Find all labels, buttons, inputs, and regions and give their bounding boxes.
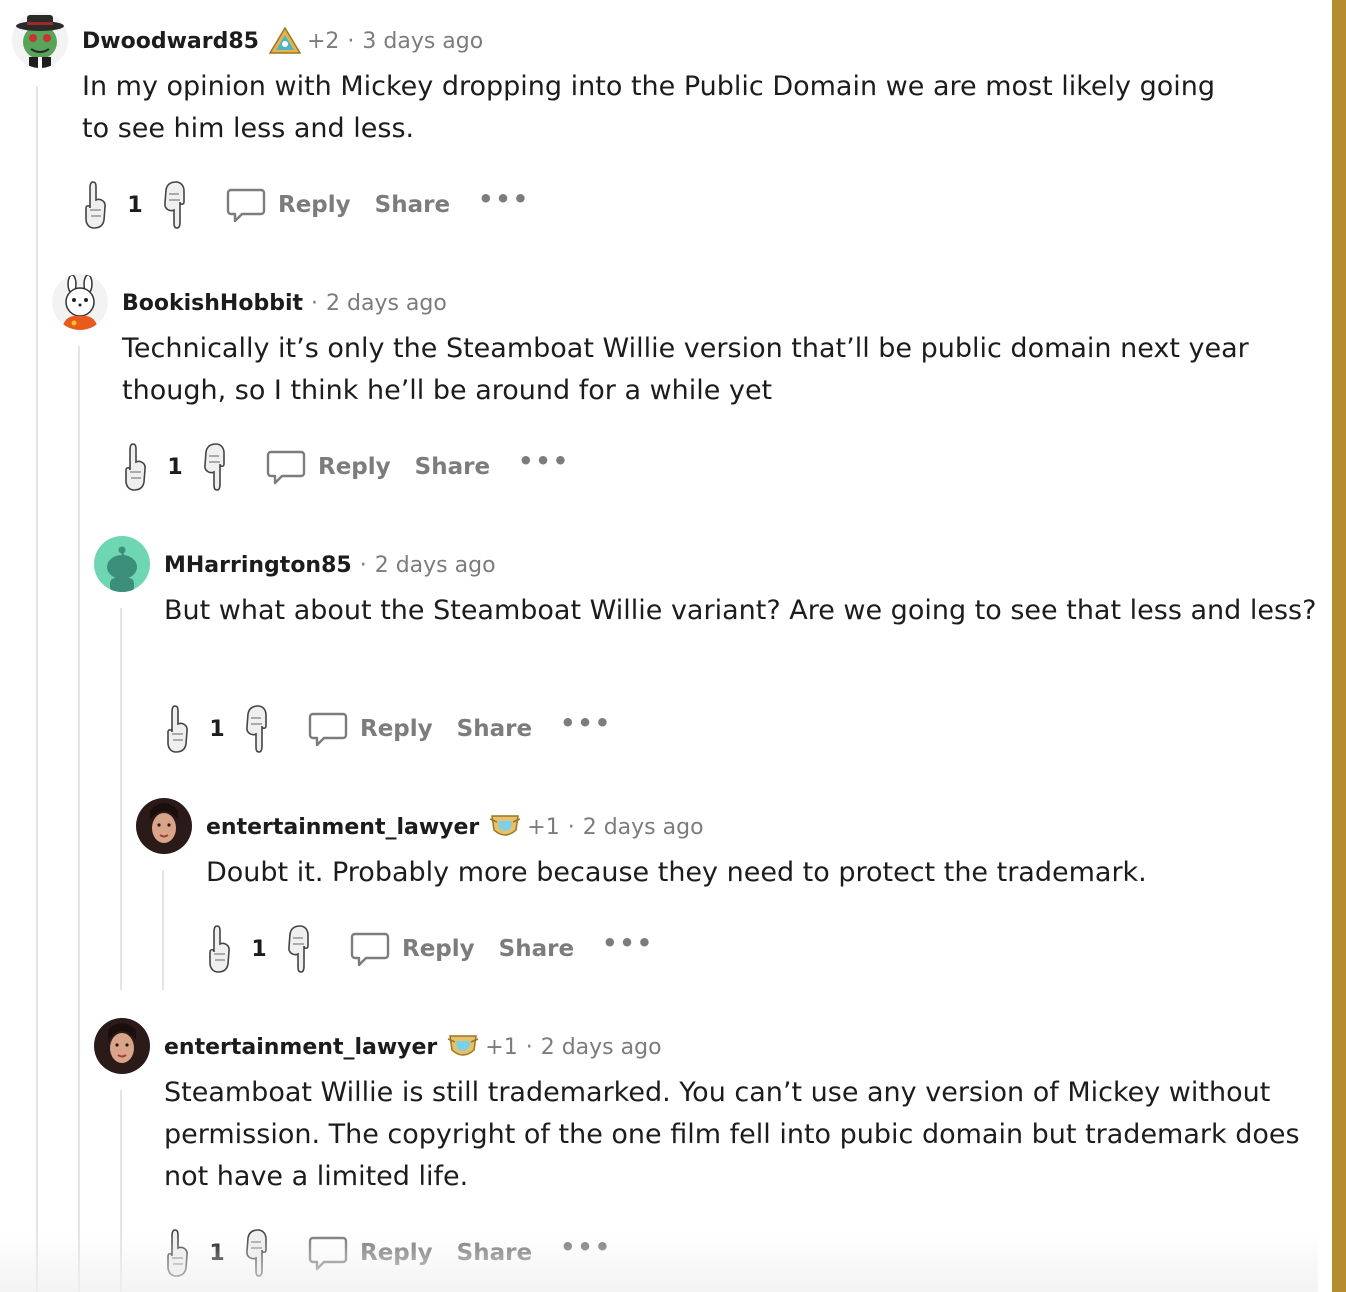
upvote-hand-icon[interactable] [206,924,234,974]
thread-line[interactable] [120,608,122,990]
downvote-hand-icon[interactable] [242,1228,270,1278]
vote-score: 1 [127,192,143,218]
comment-actions: 1 Reply Share ••• [164,1225,612,1281]
comment-actions: 1 Reply Share ••• [206,921,654,977]
achievement-badge-icon[interactable] [268,27,301,55]
reply-button[interactable]: Reply [226,185,351,225]
speech-bubble-icon [308,712,348,747]
badge-count: +1 [527,814,560,840]
downvote-hand-icon[interactable] [284,924,312,974]
reply-label: Reply [402,936,475,962]
downvote-hand-icon[interactable] [242,704,270,754]
upvote-hand-icon[interactable] [122,442,150,492]
avatar[interactable] [52,274,108,330]
upvote-hand-icon[interactable] [164,1228,192,1278]
comment-header: entertainment_lawyer +1 · 2 days ago [164,1031,662,1063]
separator: · [347,28,355,54]
more-options-button[interactable]: ••• [560,1233,612,1261]
separator: · [567,814,575,840]
more-options-button[interactable]: ••• [518,447,570,475]
timestamp[interactable]: 2 days ago [583,815,704,840]
comment-actions: 1 Reply Share ••• [164,701,612,757]
reply-button[interactable]: Reply [266,447,391,487]
avatar[interactable] [12,12,68,68]
reply-label: Reply [278,192,351,218]
vote-score: 1 [209,716,225,742]
more-options-button[interactable]: ••• [560,709,612,737]
comment-body: But what about the Steamboat Willie vari… [164,595,1317,626]
timestamp[interactable]: 2 days ago [541,1035,662,1060]
share-button[interactable]: Share [499,936,574,962]
vote-score: 1 [209,1240,225,1266]
comment-header: entertainment_lawyer +1 · 2 days ago [206,811,704,843]
comment-body: Doubt it. Probably more because they nee… [206,857,1147,888]
timestamp[interactable]: 2 days ago [375,553,496,578]
separator: · [525,1034,533,1060]
comment-body: In my opinion with Mickey dropping into … [82,71,1216,144]
reply-label: Reply [360,716,433,742]
comment-body: Steamboat Willie is still trademarked. Y… [164,1077,1300,1192]
reply-button[interactable]: Reply [350,929,475,969]
vote-score: 1 [251,936,267,962]
share-button[interactable]: Share [457,716,532,742]
reply-button[interactable]: Reply [308,1233,433,1273]
avatar[interactable] [94,1018,150,1074]
comment-header: MHarrington85 · 2 days ago [164,549,496,581]
speech-bubble-icon [266,450,306,485]
username[interactable]: entertainment_lawyer [206,815,479,840]
shield-badge-icon[interactable] [489,813,521,841]
comment-thread: Dwoodward85 +2 · 3 days ago In my opinio… [0,0,1332,1292]
comment-body: Technically it’s only the Steamboat Will… [122,333,1249,406]
accent-bar [1332,0,1346,1292]
username[interactable]: Dwoodward85 [82,29,259,54]
badge-count: +1 [485,1034,518,1060]
timestamp[interactable]: 3 days ago [362,29,483,54]
speech-bubble-icon [226,188,266,223]
comment-header: Dwoodward85 +2 · 3 days ago [82,25,483,57]
username[interactable]: entertainment_lawyer [164,1035,437,1060]
comment-header: BookishHobbit · 2 days ago [122,287,447,319]
share-button[interactable]: Share [375,192,450,218]
thread-line[interactable] [78,346,80,1292]
username[interactable]: BookishHobbit [122,291,303,316]
comment-actions: 1 Reply Share ••• [122,439,570,495]
avatar[interactable] [94,536,150,592]
share-button[interactable]: Share [457,1240,532,1266]
upvote-hand-icon[interactable] [82,180,110,230]
timestamp[interactable]: 2 days ago [326,291,447,316]
downvote-hand-icon[interactable] [200,442,228,492]
separator: · [359,552,367,578]
thread-line[interactable] [120,1090,122,1292]
reply-button[interactable]: Reply [308,709,433,749]
more-options-button[interactable]: ••• [602,929,654,957]
comment-actions: 1 Reply Share ••• [82,177,530,233]
thread-line[interactable] [162,870,164,990]
reply-label: Reply [360,1240,433,1266]
badge-count: +2 [306,28,340,54]
upvote-hand-icon[interactable] [164,704,192,754]
speech-bubble-icon [308,1236,348,1271]
reply-label: Reply [318,454,391,480]
username[interactable]: MHarrington85 [164,553,352,578]
vote-score: 1 [167,454,183,480]
speech-bubble-icon [350,932,390,967]
downvote-hand-icon[interactable] [160,180,188,230]
thread-line[interactable] [36,86,38,1292]
avatar[interactable] [136,798,192,854]
more-options-button[interactable]: ••• [478,185,530,213]
share-button[interactable]: Share [415,454,490,480]
separator: · [311,290,319,316]
shield-badge-icon[interactable] [447,1033,479,1061]
